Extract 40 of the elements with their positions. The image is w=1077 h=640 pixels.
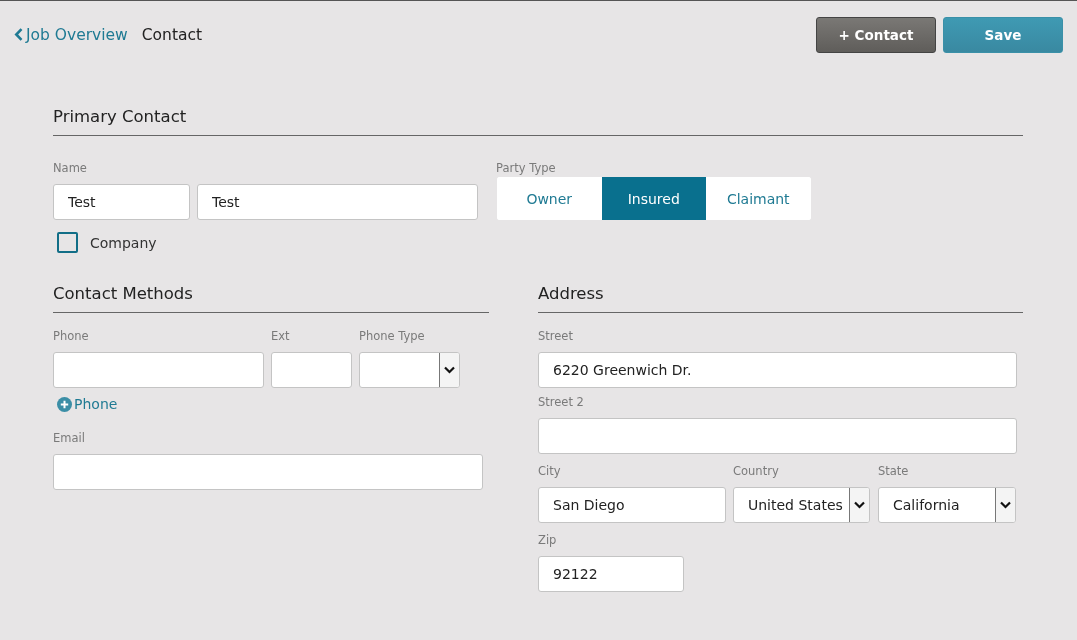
text-field[interactable] <box>53 352 264 388</box>
text-field[interactable] <box>271 352 352 388</box>
page-title: Contact <box>141 25 203 44</box>
text-field[interactable] <box>538 418 1017 454</box>
segment-option[interactable]: Insured <box>601 177 706 220</box>
field-label: Phone <box>53 329 90 344</box>
field-label: State <box>878 464 910 479</box>
field-label: City <box>538 464 562 479</box>
back-link[interactable]: Job Overview <box>14 25 128 44</box>
text-field[interactable]: Test <box>53 184 190 220</box>
field-label: Country <box>733 464 780 479</box>
chevron-down-icon <box>854 501 865 509</box>
add-contact-button[interactable]: + Contact <box>816 16 936 53</box>
field-label: Party Type <box>496 161 557 176</box>
checkbox-label: Company <box>90 234 157 251</box>
section-heading: Contact Methods <box>53 283 194 305</box>
field-label: Zip <box>538 533 558 548</box>
field-label: Street 2 <box>538 395 585 410</box>
save-button[interactable]: Save <box>943 16 1063 53</box>
field-label: Phone Type <box>359 329 426 344</box>
dropdown-field[interactable]: United States <box>733 487 870 523</box>
chevron-down-icon <box>1000 501 1011 509</box>
text-field[interactable]: Test <box>197 184 478 220</box>
add-phone-link[interactable]: Phone <box>57 396 118 412</box>
field-label: Ext <box>271 329 291 344</box>
section-heading: Address <box>538 283 605 305</box>
chevron-down-icon <box>444 366 455 374</box>
plus-circle-icon <box>57 396 72 412</box>
dropdown-field[interactable] <box>359 352 460 388</box>
field-label: Street <box>538 329 574 344</box>
text-field[interactable]: 92122 <box>538 556 684 592</box>
text-field[interactable] <box>53 453 483 490</box>
chevron-left-icon <box>14 28 23 41</box>
section-heading: Primary Contact <box>53 106 188 128</box>
text-field[interactable]: San Diego <box>538 487 726 523</box>
dropdown-field[interactable]: California <box>878 487 1016 523</box>
field-label: Email <box>53 430 86 446</box>
field-label: Name <box>53 161 88 176</box>
checkbox[interactable] <box>57 232 78 253</box>
text-field[interactable]: 6220 Greenwich Dr. <box>538 352 1017 388</box>
